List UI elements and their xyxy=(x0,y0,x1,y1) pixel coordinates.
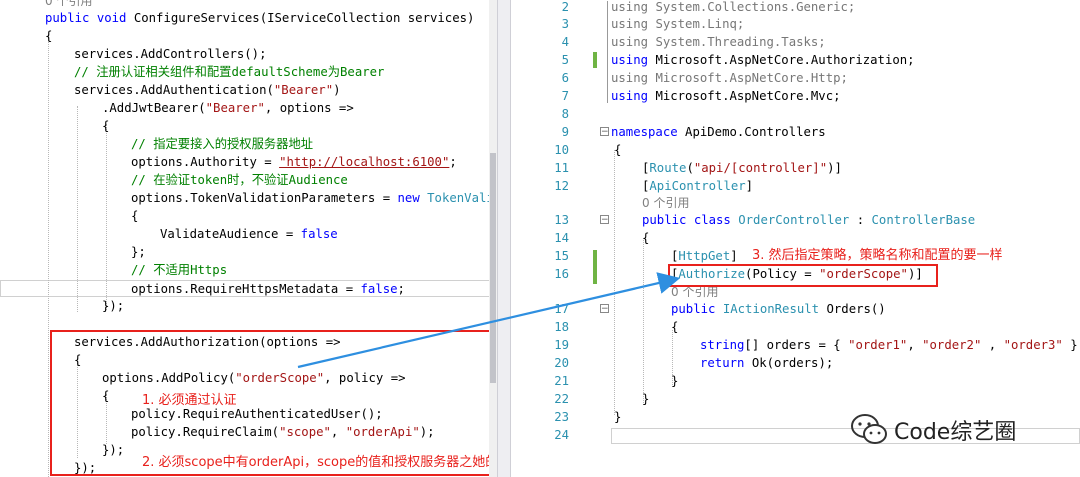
string-literal: "Bearer" xyxy=(205,101,265,115)
code-line: services.AddControllers(); xyxy=(74,47,267,61)
brace: { xyxy=(131,209,139,223)
keyword: public class xyxy=(642,213,731,227)
code-text: services.AddAuthentication( xyxy=(74,83,274,97)
annotation-note-1: 1. 必须通过认证 xyxy=(142,393,237,408)
line-number: 24 xyxy=(554,428,569,442)
method-name: Orders() xyxy=(819,302,886,316)
right-editor-pane[interactable]: 2 3 4 5 6 7 8 9 10 11 12 13 14 15 16 17 18 19 20 21 22 23 24 −… xyxy=(511,0,1080,477)
brace: } xyxy=(671,374,679,388)
annotation-note-3: 3. 然后指定策略，策略名称和配置的要一样 xyxy=(752,248,1003,263)
brace: { xyxy=(642,231,650,245)
keyword: using xyxy=(611,35,649,49)
code-comment: // 不适用Https xyxy=(131,263,228,277)
pane-splitter[interactable] xyxy=(497,0,511,477)
code-comment: // 指定要接入的授权服务器地址 xyxy=(131,137,314,151)
type-name: IActionResult xyxy=(722,302,820,316)
brace: } xyxy=(614,410,622,424)
code-text: .AddJwtBearer( xyxy=(102,101,206,115)
brace: { xyxy=(614,143,622,157)
code-text: : xyxy=(849,213,872,227)
code-text: options.TokenValidationParameters = xyxy=(131,191,398,205)
attribute-name: Route xyxy=(649,161,687,175)
annotation-box-authorize xyxy=(668,264,938,287)
brace: } xyxy=(642,392,650,406)
scrollbar-thumb[interactable] xyxy=(490,153,496,383)
code-text: ValidateAudience = xyxy=(160,227,301,241)
code-text: , options => xyxy=(264,101,354,115)
code-text: , xyxy=(907,338,923,352)
keyword: using xyxy=(611,0,649,14)
keyword: public xyxy=(671,302,716,316)
keyword: string xyxy=(700,338,745,352)
type-name: TokenVali xyxy=(427,191,494,205)
code-text: ; xyxy=(397,282,405,296)
namespace-text: Microsoft.AspNetCore.Mvc; xyxy=(655,89,841,103)
keyword: using xyxy=(611,89,649,103)
code-text: ) xyxy=(333,83,341,97)
code-text: ( xyxy=(686,161,694,175)
code-text: Ok(orders); xyxy=(744,356,834,370)
brace: { xyxy=(671,320,679,334)
line-number: 8 xyxy=(561,107,569,121)
class-name: OrderController xyxy=(738,213,850,227)
keyword: namespace xyxy=(611,125,678,139)
attribute-name: ApiController xyxy=(649,179,746,193)
brace: { xyxy=(102,119,110,133)
keyword: false xyxy=(360,282,398,296)
base-class-name: ControllerBase xyxy=(871,213,976,227)
keyword: using xyxy=(611,17,649,31)
watermark: Code综艺圈 xyxy=(850,413,1016,447)
annotation-note-2: 2. 必须scope中有orderApi，scope的值和授权服务器之她的要一样 xyxy=(142,455,497,470)
attribute-name: HttpGet xyxy=(678,249,731,263)
keyword: return xyxy=(700,356,745,370)
code-comment: // 注册认证相关组件和配置defaultScheme为Bearer xyxy=(74,65,385,79)
keyword: false xyxy=(300,227,338,241)
code-text: ] xyxy=(745,179,754,193)
code-text: [] orders = { xyxy=(744,338,849,352)
url-string-literal[interactable]: "http://localhost:6100" xyxy=(279,155,449,169)
code-comment: // 在验证token时，不验证Audience xyxy=(131,173,348,187)
method-name: ConfigureServices xyxy=(133,11,260,25)
code-text: }; xyxy=(1070,338,1080,352)
code-text: ; xyxy=(449,155,457,169)
code-text: options.Authority = xyxy=(131,155,280,169)
reference-count[interactable]: 0 个引用 xyxy=(642,194,689,212)
keyword: using xyxy=(611,71,649,85)
code-text: options.RequireHttpsMetadata = xyxy=(131,282,361,296)
brace: }; xyxy=(131,245,146,259)
brace: }); xyxy=(102,299,125,313)
watermark-text: Code综艺圈 xyxy=(894,420,1017,445)
brace: { xyxy=(45,29,53,43)
code-text: )] xyxy=(827,161,842,175)
string-literal: "order3" xyxy=(1003,338,1063,352)
namespace-text: Microsoft.AspNetCore.Http; xyxy=(655,71,848,85)
code-text: , xyxy=(981,338,1004,352)
method-params: (IServiceCollection services) xyxy=(259,11,475,25)
string-literal: "Bearer" xyxy=(273,83,334,97)
namespace-name: ApiDemo.Controllers xyxy=(685,125,826,139)
string-literal: "order1" xyxy=(848,338,908,352)
code-text: ] xyxy=(730,249,738,263)
keyword: using xyxy=(611,53,649,67)
namespace-text: Microsoft.AspNetCore.Authorization; xyxy=(655,53,915,67)
keyword: new xyxy=(397,191,420,205)
left-editor-pane[interactable]: 0 个引用 public void ConfigureServices(ISer… xyxy=(0,0,497,477)
namespace-text: System.Threading.Tasks; xyxy=(655,35,826,49)
namespace-text: System.Linq; xyxy=(655,17,745,31)
signature-keywords: public void xyxy=(45,11,127,25)
string-literal: "order2" xyxy=(922,338,982,352)
wechat-icon xyxy=(851,414,887,444)
namespace-text: System.Collections.Generic; xyxy=(655,0,856,14)
string-literal: "api/[controller]" xyxy=(693,161,828,175)
